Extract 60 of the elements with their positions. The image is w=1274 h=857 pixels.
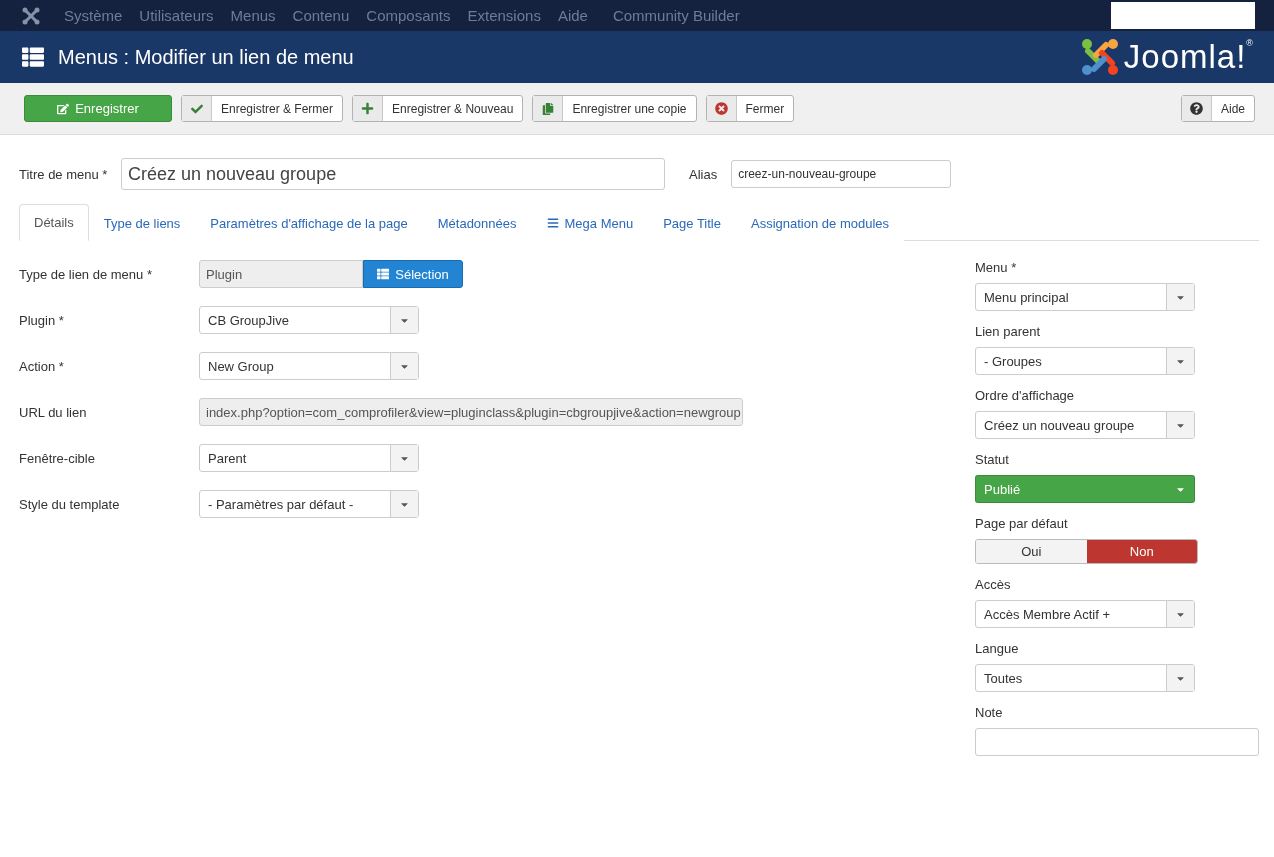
page-title: Menus : Modifier un lien de menu: [58, 45, 354, 69]
menu-item[interactable]: Composants: [366, 7, 451, 24]
menu-item[interactable]: Contenu: [292, 7, 350, 24]
select-field[interactable]: Menu principal: [975, 283, 1195, 311]
select-field[interactable]: Accès Membre Actif +: [975, 600, 1195, 628]
field-label: Page par défaut: [975, 516, 1069, 531]
menu-item[interactable]: Aide: [557, 7, 588, 24]
select-field[interactable]: - Paramètres par défaut -: [199, 490, 419, 518]
toggle-option[interactable]: Oui: [976, 540, 1087, 563]
menu-item[interactable]: Extensions: [467, 7, 541, 24]
field-label: Type de lien de menu *: [19, 266, 153, 282]
title-input[interactable]: Créez un nouveau groupe: [121, 158, 665, 190]
list-icon: [377, 268, 390, 280]
field-label: Menu *: [975, 260, 1018, 275]
field-label: Langue: [975, 641, 1020, 656]
field-label: Lien parent: [975, 324, 1042, 339]
readonly-field: Plugin: [199, 260, 363, 288]
field-label: Plugin *: [19, 312, 65, 328]
select-field[interactable]: New Group: [199, 352, 419, 380]
menu-item[interactable]: Menus: [230, 7, 276, 24]
field-label: Titre de menu *: [19, 166, 107, 182]
alias-input[interactable]: creez-un-nouveau-groupe: [731, 160, 952, 188]
field-label: URL du lien: [19, 404, 88, 420]
select-field[interactable]: - Groupes: [975, 347, 1195, 375]
note-input[interactable]: [975, 728, 1259, 756]
toolbar-button[interactable]: Enregistrer une copie: [532, 95, 697, 122]
joomla-logo-icon: [1079, 37, 1120, 77]
field-label: Ordre d'affichage: [975, 388, 1076, 403]
joomla-icon[interactable]: [22, 6, 40, 25]
help-icon: [1189, 102, 1203, 115]
select-field[interactable]: Parent: [199, 444, 419, 472]
toggle-option[interactable]: Non: [1086, 540, 1197, 563]
tab[interactable]: Détails: [19, 204, 89, 241]
select-field[interactable]: Toutes: [975, 664, 1195, 692]
copy-icon: [541, 102, 554, 115]
close-icon: [714, 102, 728, 115]
field-label: Note: [975, 705, 1004, 720]
help-button[interactable]: Aide: [1180, 95, 1255, 122]
select-button[interactable]: Sélection: [363, 260, 463, 288]
field-label: Action *: [19, 358, 65, 374]
url-field: index.php?option=com_comprofiler&view=pluginclass&plugin=cbgroupjive&action=newgroup: [199, 398, 743, 426]
field-label: Alias: [689, 166, 718, 182]
menu-item[interactable]: Utilisateurs: [139, 7, 214, 24]
logo-text: Joomla!$^{®}$: [1123, 38, 1254, 76]
list-icon: [22, 46, 44, 68]
toolbar-button[interactable]: Enregistrer & Nouveau: [352, 95, 524, 122]
edit-icon: [57, 102, 70, 115]
check-icon: [190, 102, 203, 115]
toolbar-button[interactable]: Enregistrer & Fermer: [181, 95, 344, 122]
field-label: Fenêtre-cible: [19, 450, 96, 466]
field-label: Style du template: [19, 496, 121, 512]
toolbar-button[interactable]: Fermer: [705, 95, 795, 122]
menu-item[interactable]: Community Builder: [612, 7, 740, 24]
menu-item[interactable]: Système: [64, 7, 123, 24]
menu-icon: [546, 217, 559, 229]
select-field[interactable]: Créez un nouveau groupe: [975, 411, 1195, 439]
select-field[interactable]: CB GroupJive: [199, 306, 419, 334]
field-label: Statut: [975, 452, 1010, 467]
field-label: Accès: [975, 577, 1012, 592]
plus-icon: [361, 102, 375, 115]
